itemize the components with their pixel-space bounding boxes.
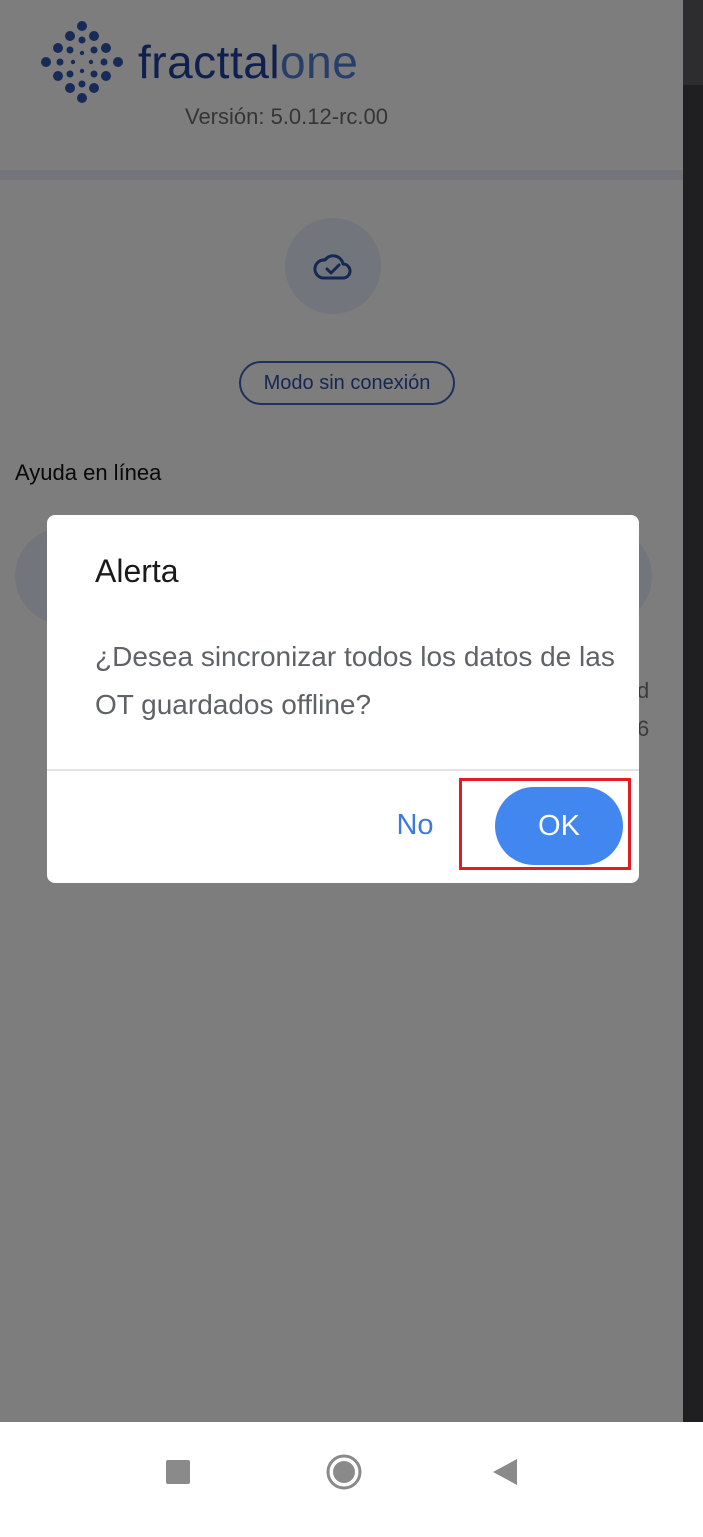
dialog-message: ¿Desea sincronizar todos los datos de la… [95,641,615,720]
dialog-divider [47,769,639,771]
dialog-title: Alerta [95,553,179,589]
android-nav-bar [0,1422,703,1537]
no-button[interactable]: No [382,797,448,853]
recents-square-icon[interactable] [166,1460,190,1484]
highlight-box [459,778,631,870]
home-circle-icon[interactable] [326,1454,362,1490]
back-triangle-icon[interactable] [493,1459,517,1485]
